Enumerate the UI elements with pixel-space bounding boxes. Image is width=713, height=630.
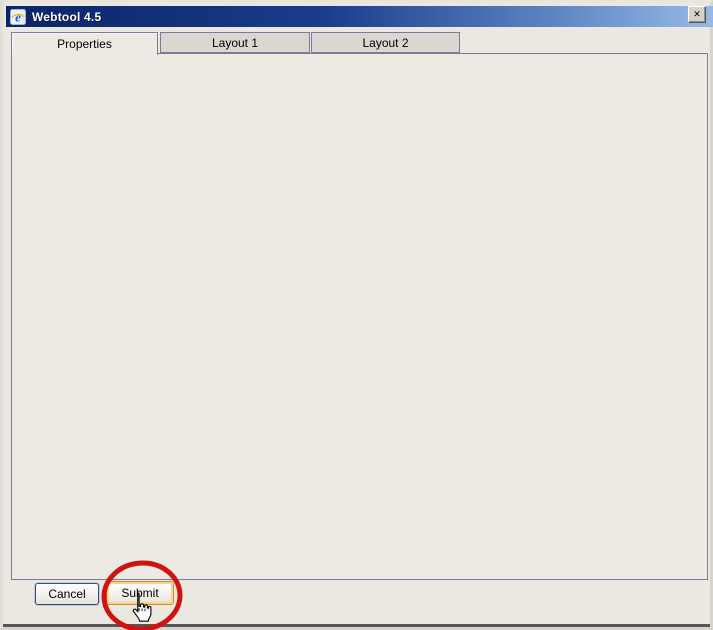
internet-explorer-icon: e bbox=[10, 9, 26, 25]
tab-label: Properties bbox=[57, 37, 112, 51]
titlebar[interactable]: e Webtool 4.5 bbox=[6, 6, 713, 27]
submit-button[interactable]: Submit bbox=[106, 581, 174, 605]
tab-properties[interactable]: Properties bbox=[11, 32, 158, 55]
window-title: Webtool 4.5 bbox=[32, 10, 101, 24]
tab-label: Layout 1 bbox=[212, 36, 258, 50]
tab-label: Layout 2 bbox=[362, 36, 408, 50]
submit-button-label: Submit bbox=[121, 586, 158, 600]
dialog-window: e Webtool 4.5 ✕ Properties Layout 1 Layo… bbox=[0, 0, 713, 630]
tab-layout-1[interactable]: Layout 1 bbox=[160, 32, 310, 53]
svg-text:e: e bbox=[15, 9, 21, 24]
close-icon: ✕ bbox=[693, 9, 701, 20]
cancel-button-label: Cancel bbox=[48, 587, 85, 601]
properties-tab-panel bbox=[11, 53, 708, 580]
tab-layout-2[interactable]: Layout 2 bbox=[311, 32, 460, 53]
window-bottom-edge bbox=[3, 624, 710, 627]
close-button[interactable]: ✕ bbox=[688, 6, 706, 23]
cancel-button[interactable]: Cancel bbox=[35, 583, 99, 605]
